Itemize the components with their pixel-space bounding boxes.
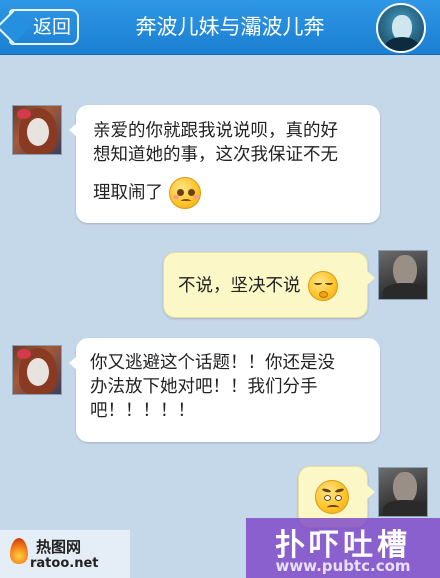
flame-logo-icon [10,538,28,564]
avatar-him[interactable] [378,250,428,300]
message-text: 吧！！！！！ [90,401,195,421]
message-bubble[interactable]: 亲爱的你就跟我说说呗，真的好 想知道她的事，这次我保证不无 理取闹了 [69,105,380,223]
message-text: 不说，坚决不说 [178,276,301,296]
message-bubble[interactable]: 不说，坚决不说 [163,252,375,318]
watermark-site: www.pubtc.com [275,557,411,575]
watermark-name: 热图网 [36,538,82,556]
message-text: 想知道她的事，这次我保证不无 [93,145,338,165]
frowning-face-icon [315,480,349,514]
watermark-url: ratoo.net [30,556,99,571]
message-bubble[interactable]: 你又逃避这个话题！！你还是没 办法放下她对吧！！我们分手 吧！！！！！ [69,338,380,442]
message-text: 亲爱的你就跟我说说呗，真的好 [93,121,338,141]
avatar-him[interactable] [378,467,428,517]
chat-header: 返回 奔波儿妹与灞波儿奔 [0,0,440,55]
message-text: 你又逃避这个话题！！你还是没 [90,353,335,373]
shushing-face-icon [308,271,339,301]
watermark-ratoo: 热图网 ratoo.net [0,530,130,578]
pleading-face-icon [168,177,201,209]
back-button-label: 返回 [33,16,72,38]
message-text: 办法放下她对吧！！我们分手 [90,377,318,397]
message-text: 理取闹了 [93,183,163,203]
avatar-her[interactable] [12,345,62,395]
chat-title: 奔波儿妹与灞波儿奔 [135,15,325,39]
contact-avatar[interactable] [376,3,426,53]
avatar-her[interactable] [12,105,62,155]
back-button[interactable]: 返回 [9,9,79,45]
watermark-pubtc: 扑吓吐槽 www.pubtc.com [246,518,440,578]
